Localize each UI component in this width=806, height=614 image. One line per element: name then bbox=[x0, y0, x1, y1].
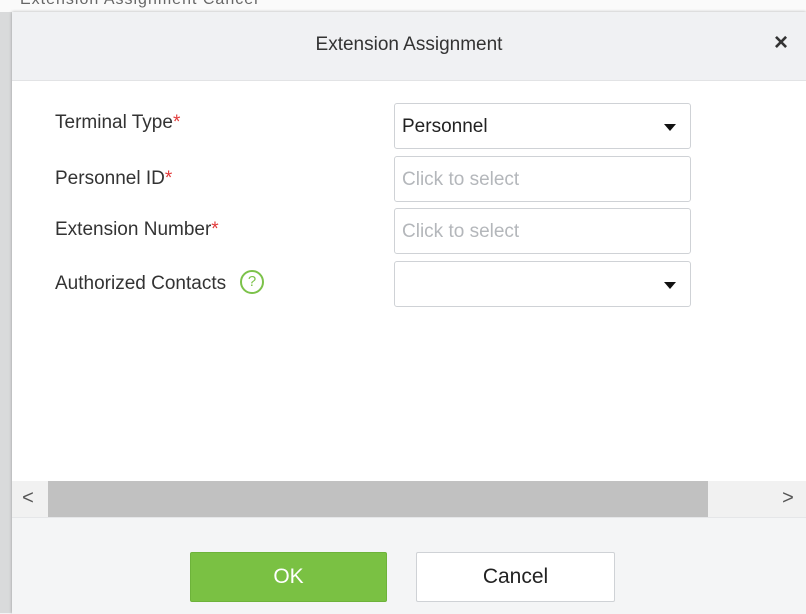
terminal-type-select[interactable]: Personnel bbox=[394, 103, 691, 149]
background-page-fragment: Extension Assignment Cancel bbox=[0, 0, 806, 12]
required-mark: * bbox=[211, 219, 219, 240]
extension-number-label: Extension Number* bbox=[55, 219, 219, 241]
extension-assignment-dialog: Extension Assignment × Terminal Type* Pe… bbox=[12, 12, 806, 614]
background-page-edge bbox=[0, 0, 12, 613]
authorized-contacts-label-text: Authorized Contacts bbox=[55, 273, 227, 295]
extension-number-placeholder: Click to select bbox=[402, 221, 520, 242]
chevron-down-icon bbox=[664, 124, 676, 131]
scrollbar-thumb[interactable] bbox=[48, 481, 708, 517]
personnel-id-field[interactable]: Click to select bbox=[394, 156, 691, 202]
chevron-down-icon bbox=[664, 282, 676, 289]
dialog-footer: OK Cancel bbox=[12, 517, 806, 614]
dialog-title: Extension Assignment bbox=[315, 34, 503, 55]
terminal-type-value: Personnel bbox=[402, 116, 488, 137]
terminal-type-label-text: Terminal Type bbox=[55, 112, 173, 133]
extension-number-label-text: Extension Number bbox=[55, 219, 212, 240]
authorized-contacts-label: Authorized Contacts? bbox=[55, 270, 265, 296]
required-mark: * bbox=[164, 168, 173, 189]
ok-button[interactable]: OK bbox=[190, 552, 387, 602]
required-mark: * bbox=[172, 112, 181, 133]
personnel-id-label: Personnel ID* bbox=[55, 168, 172, 190]
close-icon[interactable]: × bbox=[770, 31, 792, 55]
terminal-type-label: Terminal Type* bbox=[55, 112, 180, 134]
chevron-left-icon[interactable]: < bbox=[18, 487, 38, 510]
background-text: Extension Assignment Cancel bbox=[20, 0, 259, 9]
authorized-contacts-select[interactable] bbox=[394, 261, 691, 307]
chevron-right-icon[interactable]: > bbox=[778, 487, 798, 510]
horizontal-scrollbar[interactable]: < > bbox=[12, 481, 806, 517]
personnel-id-placeholder: Click to select bbox=[402, 169, 520, 190]
personnel-id-label-text: Personnel ID bbox=[55, 168, 165, 189]
dialog-title-bar: Extension Assignment × bbox=[12, 12, 806, 81]
extension-number-field[interactable]: Click to select bbox=[394, 208, 691, 254]
cancel-button[interactable]: Cancel bbox=[416, 552, 615, 602]
help-icon[interactable]: ? bbox=[240, 270, 265, 294]
